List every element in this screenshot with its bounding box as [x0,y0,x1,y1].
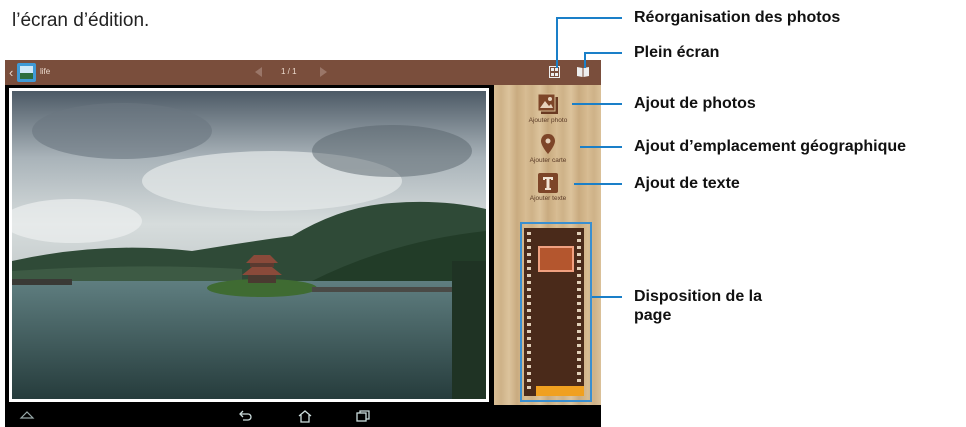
add-text-label: Ajouter texte [529,195,567,202]
add-map-label: Ajouter carte [529,157,567,164]
add-photo-tool[interactable]: Ajouter photo [508,93,588,124]
system-nav-bar [5,405,601,427]
text-icon [538,173,558,193]
add-map-tool[interactable]: Ajouter carte [508,133,588,164]
tool-panel: Ajouter photo Ajouter carte Ajouter text… [494,85,601,405]
add-text-leader [574,183,622,185]
recent-apps-icon[interactable] [355,409,371,423]
add-location-leader [580,146,622,148]
map-pin-icon [541,134,555,154]
layout-highlight-box [520,222,592,402]
tablet-screen: ‹ life 1 / 1 Ajouter photo Ajouter carte… [5,60,601,427]
album-icon[interactable] [17,63,36,82]
fullscreen-icon[interactable] [576,66,590,78]
callout-reorder: Réorganisation des photos [634,9,841,26]
callout-add-photos: Ajout de photos [634,95,756,112]
lake-photo [12,91,486,399]
photo-frame[interactable] [9,88,489,402]
reorder-leader [556,17,622,19]
prev-page-icon[interactable] [255,67,262,77]
add-photos-leader [572,103,622,105]
callout-add-location: Ajout d’emplacement géographique [634,138,907,155]
callout-layout-line2: page [634,307,672,324]
home-icon[interactable] [297,409,313,423]
layout-leader [592,296,622,298]
add-photo-icon [537,93,558,114]
top-caption: l’écran d’édition. [12,10,150,31]
callout-layout-line1: Disposition de la [634,288,763,305]
fullscreen-leader-v [584,53,586,68]
callout-add-text: Ajout de texte [634,175,740,192]
reorder-leader-v [556,18,558,68]
album-title: life [40,67,51,76]
callout-fullscreen: Plein écran [634,44,720,61]
reorder-icon[interactable] [549,66,560,78]
top-bar: ‹ life 1 / 1 [5,60,601,85]
back-chevron-icon[interactable]: ‹ [9,65,13,80]
next-page-icon[interactable] [320,67,327,77]
collapse-icon[interactable] [19,409,35,421]
add-photo-label: Ajouter photo [528,117,568,124]
add-text-tool[interactable]: Ajouter texte [508,173,588,202]
page-indicator: 1 / 1 [281,67,297,76]
back-icon[interactable] [237,409,253,423]
fullscreen-leader [584,52,622,54]
callout-layout: Disposition de la page [634,287,762,325]
